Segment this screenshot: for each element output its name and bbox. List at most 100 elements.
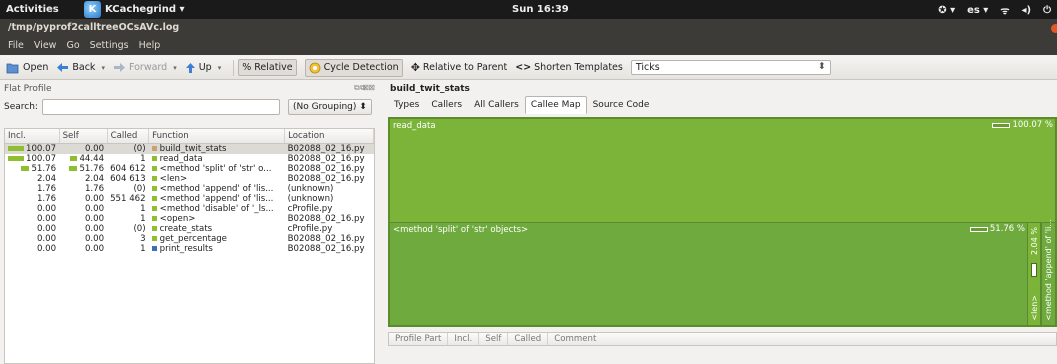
tab-callers[interactable]: Callers (425, 96, 468, 114)
search-input[interactable] (41, 99, 280, 115)
table-row[interactable]: 0.00 0.00 (0) create_stats cProfile.py (5, 224, 374, 234)
cost-bar (21, 166, 30, 171)
table-row[interactable]: 0.00 0.00 3 get_percentage B02088_02_16.py (5, 234, 374, 244)
cell-location: B02088_02_16.py (287, 154, 365, 164)
map-cell-label: <len> (1030, 295, 1039, 321)
cell-function: read_data (149, 154, 285, 164)
table-row[interactable]: 2.04 2.04 604 613 <len> B02088_02_16.py (5, 174, 374, 184)
move-arrows-icon: ✥ (410, 61, 420, 74)
cell-called: 1 (140, 154, 146, 164)
table-row[interactable]: 0.00 0.00 1 <open> B02088_02_16.py (5, 214, 374, 224)
map-cell-append[interactable]: <method 'append' of 'li... (1041, 219, 1056, 326)
cell-called: (0) (133, 224, 146, 234)
chevron-down-icon[interactable]: ▾ (218, 64, 222, 72)
cell-self: 2.04 (84, 174, 105, 184)
cell-function: <method 'append' of 'lis... (149, 184, 285, 194)
table-row[interactable]: 1.76 0.00 551 462 <method 'append' of 'lis.… (5, 194, 374, 204)
toolbar: Open Back ▾ Forward ▾ Up ▾ % Relative Cycle… (0, 56, 1057, 80)
cell-location: B02088_02_16.py (287, 174, 365, 184)
cost-bar (70, 156, 78, 161)
column-comment[interactable]: Comment (548, 333, 602, 345)
chevron-down-icon[interactable]: ▾ (173, 64, 177, 72)
grouping-select[interactable]: (No Grouping) ⬍ (287, 99, 372, 115)
menu-go[interactable]: Go (66, 40, 79, 52)
menu-file[interactable]: File (8, 40, 24, 52)
event-type-select[interactable]: Ticks ⬍ (630, 60, 831, 75)
column-called[interactable]: Called (508, 333, 549, 345)
cost-bar (8, 156, 24, 161)
tab-callee-map[interactable]: Callee Map (524, 96, 587, 114)
shorten-templates-toggle[interactable]: <> Shorten Templates (515, 62, 623, 73)
arrow-up-icon (185, 62, 195, 73)
cell-self: 0.00 (84, 204, 105, 214)
profile-part-header: Profile Part Incl. Self Called Comment (388, 332, 1057, 346)
open-button[interactable]: Open (6, 62, 48, 74)
cell-incl: 0.00 (36, 224, 57, 234)
dock-buttons[interactable]: ⧉ ⊠ (354, 83, 369, 93)
chevron-down-icon[interactable]: ▾ (101, 64, 105, 72)
cell-called: 1 (140, 244, 146, 254)
column-function[interactable]: Function (148, 129, 286, 144)
tab-source-code[interactable]: Source Code (587, 96, 656, 114)
table-row[interactable]: 0.00 0.00 1 print_results B02088_02_16.py (5, 244, 374, 254)
cell-function: <open> (149, 214, 285, 224)
cell-location: B02088_02_16.py (287, 214, 365, 224)
network-icon[interactable]: ᯤ (1000, 3, 1009, 17)
map-cell-split[interactable]: <method 'split' of 'str' objects> 51.76 … (389, 222, 1056, 326)
angle-brackets-icon: <> (515, 62, 532, 73)
cycle-detection-toggle[interactable]: Cycle Detection (304, 58, 403, 77)
cell-incl: 100.07 (5, 143, 60, 154)
cell-function: create_stats (149, 224, 285, 234)
column-called[interactable]: Called (107, 129, 150, 144)
cell-self: 1.76 (84, 184, 105, 194)
relative-toggle[interactable]: % Relative (238, 59, 297, 76)
detail-tabs: Types Callers All Callers Callee Map Sou… (386, 96, 1057, 114)
function-color-icon (151, 176, 157, 181)
table-row[interactable]: 100.07 44.44 1 read_data B02088_02_16.py (5, 154, 374, 164)
search-row: Search: (No Grouping) ⬍ (0, 96, 383, 118)
column-location[interactable]: Location (284, 129, 374, 144)
tab-types[interactable]: Types (388, 96, 425, 114)
cell-self: 0.00 (84, 194, 105, 204)
activities-button[interactable]: Activities (6, 4, 59, 15)
column-incl[interactable]: Incl. (5, 129, 60, 144)
back-button[interactable]: Back ▾ (56, 62, 105, 73)
column-self[interactable]: Self (479, 333, 509, 345)
cell-self: 0.00 (84, 224, 105, 234)
menu-settings[interactable]: Settings (90, 40, 129, 52)
tab-all-callers[interactable]: All Callers (468, 96, 525, 114)
function-color-icon (151, 226, 157, 231)
flat-profile-title: Flat Profile (4, 84, 52, 94)
power-icon[interactable]: ⏻ (1043, 5, 1051, 16)
window-close-icon[interactable] (1051, 24, 1057, 33)
cell-incl: 1.76 (36, 194, 57, 204)
column-profile-part[interactable]: Profile Part (389, 333, 449, 345)
volume-icon[interactable]: ◂) (1021, 5, 1031, 16)
language-indicator[interactable]: es ▾ (967, 5, 988, 16)
cost-bar (8, 146, 24, 151)
menu-help[interactable]: Help (139, 40, 161, 52)
up-button[interactable]: Up ▾ (185, 62, 222, 74)
relative-to-parent-toggle[interactable]: ✥ Relative to Parent (411, 61, 508, 74)
map-cell-len[interactable]: 2.04 % <len> (1027, 222, 1041, 326)
window-title: /tmp/pyprof2calltreeOCsAVc.log (0, 19, 1057, 37)
column-self[interactable]: Self (59, 129, 108, 144)
table-row[interactable]: 51.76 51.76 604 612 <method 'split' of 'str… (5, 164, 374, 174)
map-cell-label: <method 'split' of 'str' objects> (393, 225, 529, 235)
table-row[interactable]: 1.76 1.76 (0) <method 'append' of 'lis... (u… (5, 184, 374, 194)
accessibility-icon[interactable]: ✪ ▾ (938, 5, 955, 16)
clock[interactable]: Sun 16:39 (512, 4, 569, 15)
function-detail-panel: ⧉ ⊠ build_twit_stats Types Callers All C… (354, 82, 1057, 364)
column-incl[interactable]: Incl. (448, 333, 480, 345)
cell-called: 604 612 (110, 164, 146, 174)
status-area: ✪ ▾ es ▾ ᯤ ◂) ⏻ (938, 3, 1051, 18)
selected-function-title: build_twit_stats (390, 84, 470, 94)
table-row[interactable]: 100.07 0.00 (0) build_twit_stats B02088_02_1… (5, 143, 374, 154)
menu-view[interactable]: View (34, 40, 57, 52)
cell-called: 551 462 (110, 194, 146, 204)
table-row[interactable]: 0.00 0.00 1 <method 'disable' of '_ls... cPr… (5, 204, 374, 214)
app-menu-label: KCachegrind ▾ (105, 4, 185, 15)
forward-button[interactable]: Forward ▾ (113, 62, 177, 73)
map-cell-percent: 2.04 % (1030, 227, 1039, 255)
app-menu[interactable]: K KCachegrind ▾ (84, 1, 185, 18)
